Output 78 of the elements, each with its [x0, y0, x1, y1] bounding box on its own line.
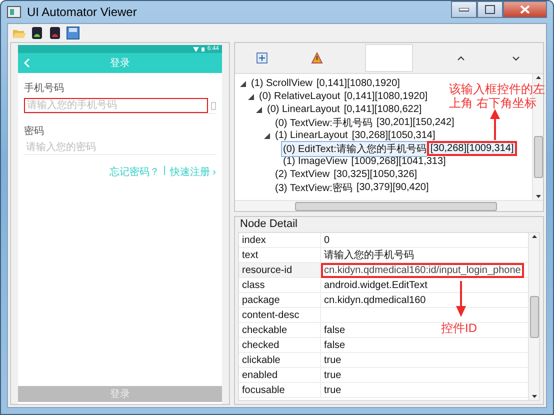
node-bounds: [30,268][1050,314]	[350, 129, 436, 142]
property-name: focusable	[239, 383, 321, 397]
tree-node[interactable]: (0) LinearLayout	[265, 103, 342, 116]
expand-all-icon[interactable]	[256, 52, 268, 64]
tree-node[interactable]: (2) TextView	[273, 168, 332, 181]
property-name: clickable	[239, 353, 321, 367]
property-value: false	[323, 340, 346, 350]
maximize-button[interactable]	[477, 1, 503, 18]
property-name: content-desc	[239, 308, 321, 322]
link-separator: |	[163, 165, 166, 178]
property-name: class	[239, 278, 321, 292]
scroll-down-icon[interactable]	[530, 394, 538, 400]
node-bounds: [30,379][90,420]	[355, 181, 430, 194]
property-value: cn.kidyn.qdmedical160	[323, 294, 426, 306]
annotation-text: 控件ID	[441, 321, 477, 335]
property-name: checked	[239, 338, 321, 352]
property-name: resource-id	[239, 263, 321, 277]
node-bounds: [30,201][150,242]	[375, 116, 456, 129]
input-field[interactable]: 请输入您的手机号码	[24, 98, 208, 113]
property-name: enabled	[239, 368, 321, 382]
tree-node[interactable]: (1) ScrollView	[249, 77, 314, 90]
app-icon	[7, 6, 21, 18]
property-name: text	[239, 248, 321, 262]
property-value: true	[323, 354, 342, 366]
close-icon[interactable]	[520, 5, 530, 14]
screen-title: 登录	[109, 57, 131, 70]
node-bounds: [0,141][1080,622]	[342, 103, 423, 116]
field-label: 密码	[24, 124, 45, 138]
field-icon	[211, 102, 216, 110]
node-bounds: [0,141][1080,1920]	[343, 90, 429, 103]
property-value: 0	[323, 234, 330, 246]
property-value: cn.kidyn.qdmedical160:id/input_login_phone	[321, 262, 524, 278]
property-name: checkable	[239, 323, 321, 337]
close-button[interactable]	[503, 1, 547, 18]
battery-icon	[201, 46, 206, 52]
property-value: 请输入您的手机号码	[323, 248, 414, 262]
scroll-thumb[interactable]	[530, 296, 538, 338]
tree-node[interactable]: (1) LinearLayout	[273, 129, 350, 142]
property-value: true	[323, 384, 342, 396]
field-label: 手机号码	[24, 82, 65, 95]
annotation-text: 该输入框控件的左上角 右下角坐标	[449, 82, 546, 110]
node-bounds: [30,268][1009,314]	[427, 141, 517, 156]
scroll-up-icon[interactable]	[534, 74, 542, 80]
node-bounds: [1009,268][1041,313]	[350, 155, 447, 168]
annotation-arrow	[456, 281, 466, 317]
device-screenshot-icon[interactable]	[48, 26, 62, 40]
scroll-thumb[interactable]	[534, 136, 542, 178]
search-field[interactable]	[364, 44, 413, 72]
tree-node[interactable]: (0) RelativeLayout	[257, 90, 342, 103]
property-value: android.widget.EditText	[323, 280, 428, 290]
warning-icon[interactable]	[310, 52, 323, 64]
scrollbar[interactable]	[235, 200, 543, 211]
tree-node[interactable]: (1) ImageView	[281, 155, 350, 168]
property-value: true	[323, 370, 342, 380]
expanded-triangle-icon[interactable]	[247, 92, 255, 100]
property-name: package	[239, 293, 321, 307]
scroll-up-icon[interactable]	[530, 233, 538, 239]
tree-node[interactable]: (0) EditText:请输入您的手机号码	[281, 140, 428, 156]
expanded-triangle-icon[interactable]	[239, 80, 247, 88]
node-bounds: [0,141][1080,1920]	[316, 77, 401, 90]
scroll-thumb[interactable]	[295, 202, 497, 210]
device-screenshot-icon[interactable]	[30, 26, 44, 40]
node-bounds: [30,325][1050,326]	[332, 168, 418, 181]
annotation-arrow	[490, 109, 500, 141]
property-value: false	[323, 324, 346, 336]
maximize-icon[interactable]	[485, 5, 495, 14]
tree-node[interactable]: (3) TextView:密码	[273, 180, 354, 196]
property-name: index	[239, 233, 321, 247]
expanded-triangle-icon[interactable]	[263, 132, 271, 140]
group-title: Node Detail	[239, 217, 298, 232]
minimize-icon[interactable]	[459, 8, 469, 12]
window-title: UI Automator Viewer	[27, 5, 138, 19]
minimize-button[interactable]	[451, 1, 477, 18]
tree-node[interactable]: (0) TextView:手机号码	[273, 114, 374, 130]
input-field[interactable]: 请输入您的密码	[24, 141, 216, 154]
save-icon[interactable]	[66, 26, 80, 40]
expanded-triangle-icon[interactable]	[255, 106, 263, 114]
scrollbar[interactable]	[528, 233, 539, 400]
